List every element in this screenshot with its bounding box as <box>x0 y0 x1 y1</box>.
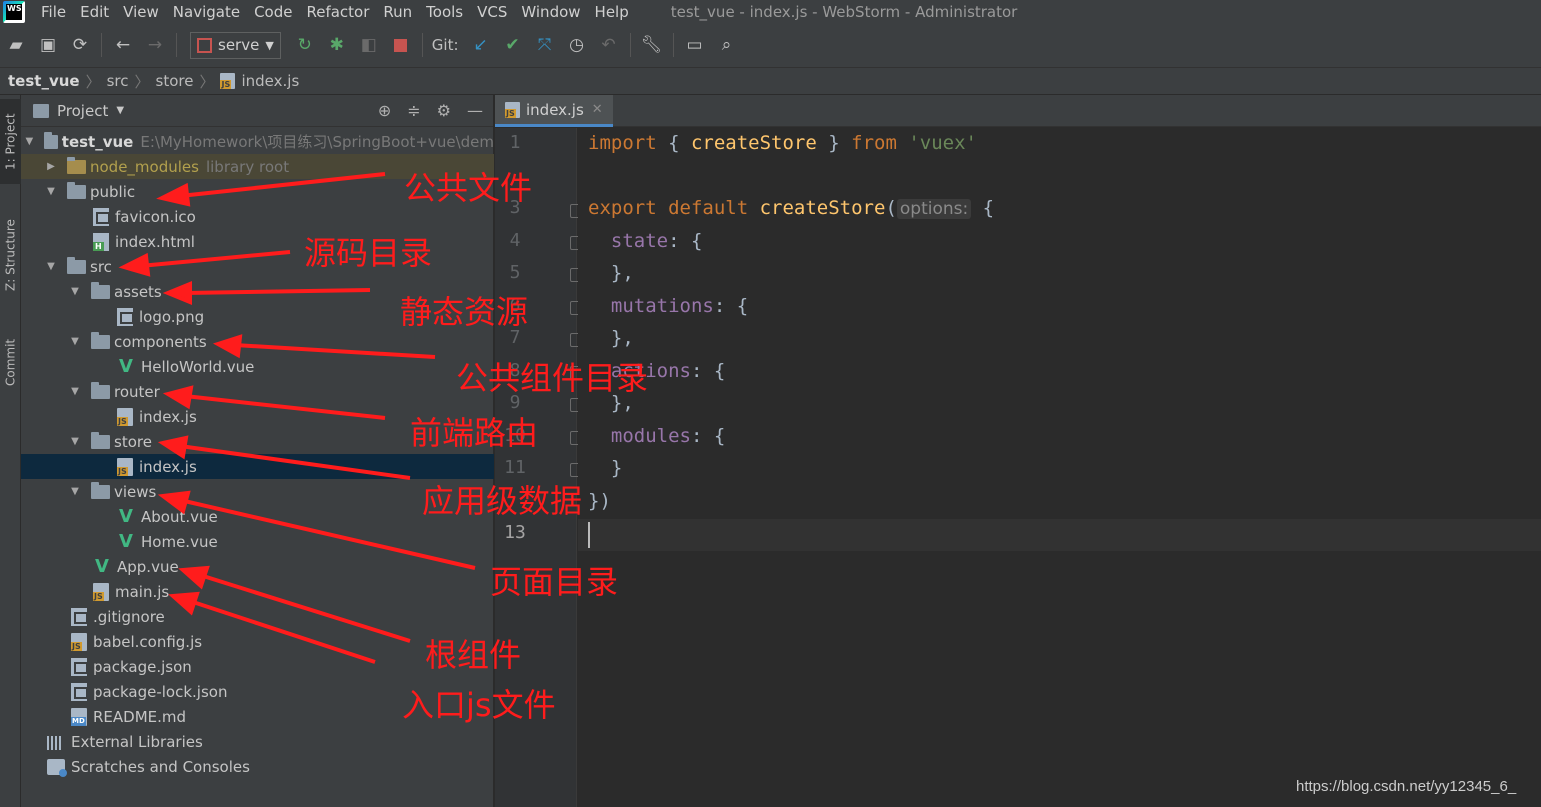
annotation-entry: 入口js文件 <box>402 686 556 724</box>
watermark: https://blog.csdn.net/yy12345_6_ <box>1296 778 1517 795</box>
arrow-main-js <box>189 599 376 664</box>
annotation-root-component: 根组件 <box>425 636 522 674</box>
annotation-assets: 静态资源 <box>400 293 529 331</box>
arrowhead-components <box>212 334 243 359</box>
arrow-components <box>234 343 436 359</box>
arrowhead-public <box>156 182 191 207</box>
arrowhead-main-js <box>168 591 200 616</box>
arrow-store <box>179 444 411 480</box>
arrowhead-router <box>162 385 194 410</box>
arrowhead-src <box>118 252 151 277</box>
annotation-public: 公共文件 <box>404 169 533 207</box>
arrowhead-views <box>157 490 191 515</box>
arrowhead-assets <box>162 281 192 305</box>
arrow-assets <box>184 288 371 295</box>
annotation-src: 源码目录 <box>304 234 433 272</box>
annotation-components: 公共组件目录 <box>456 359 649 397</box>
arrow-src <box>139 250 291 268</box>
annotation-router: 前端路由 <box>410 414 539 452</box>
arrow-app-vue <box>199 573 411 643</box>
annotation-store: 应用级数据 <box>422 482 583 520</box>
arrow-public <box>179 172 386 198</box>
arrowhead-store <box>157 435 189 460</box>
annotation-views: 页面目录 <box>490 563 619 601</box>
annotation-arrows <box>118 172 476 664</box>
arrowhead-app-vue <box>178 565 210 590</box>
arrow-router <box>184 394 386 420</box>
